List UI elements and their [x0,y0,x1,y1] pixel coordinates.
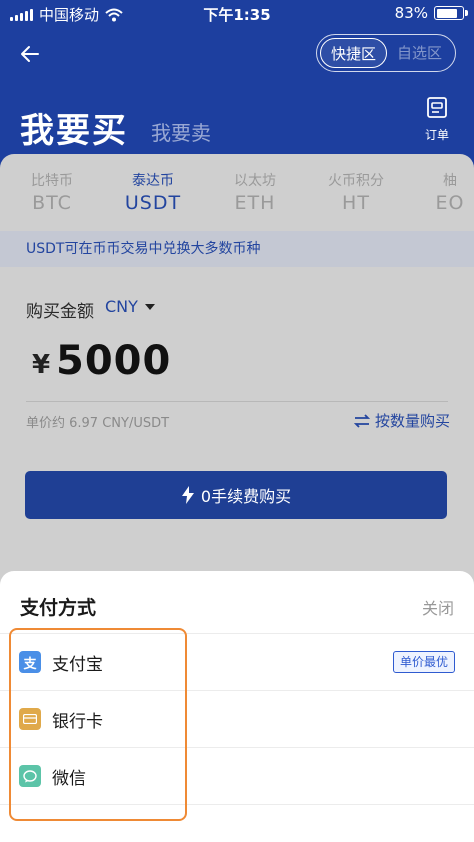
header-area: 中国移动 下午1:35 83% 快捷区 自选区 我要买 我要卖 订单 [0,0,474,160]
usdt-info-banner: USDT可在币币交易中兑换大多数币种 [0,231,474,267]
buy-by-quantity-label: 按数量购买 [375,412,451,430]
orders-icon [427,97,447,118]
best-price-badge: 单价最优 [392,651,455,673]
unit-price-note: 单价约 6.97 CNY/USDT [26,416,170,431]
back-arrow-icon[interactable] [18,42,42,66]
tab-btc-cn: 比特币 [31,173,73,189]
tab-eos[interactable]: 柚 EO [405,170,474,214]
toggle-quick-zone[interactable]: 快捷区 [320,38,387,68]
swap-icon [354,413,370,428]
tab-ht[interactable]: 火币积分 HT [311,170,401,214]
coin-tabs: 比特币 BTC 泰达币 USDT 以太坊 ETH 火币积分 HT 柚 EO [0,154,474,226]
toggle-favorites-zone[interactable]: 自选区 [387,38,452,68]
sell-tab-title[interactable]: 我要卖 [151,117,211,146]
battery-icon [434,6,468,20]
tab-usdt[interactable]: 泰达币 USDT [108,170,198,214]
currency-select[interactable]: CNY [105,297,155,316]
sheet-title: 支付方式 [20,597,97,619]
tab-eth-cn: 以太坊 [234,173,276,189]
amount-label: 购买金额 [26,302,94,322]
buy-tab-title[interactable]: 我要买 [20,103,128,152]
tab-btc[interactable]: 比特币 BTC [7,170,97,214]
tab-eos-code: EO [435,192,465,214]
yen-symbol: ¥ [32,350,51,380]
tab-eos-cn: 柚 [443,173,457,189]
tab-usdt-cn: 泰达币 [132,173,174,189]
status-bar: 中国移动 下午1:35 83% [0,0,474,28]
tab-btc-code: BTC [32,192,72,214]
orders-label: 订单 [424,128,449,142]
tab-usdt-code: USDT [124,192,182,214]
caret-down-icon [144,303,155,310]
amount-input[interactable]: 5000 [56,338,171,384]
buy-button-label: 0手续费购买 [200,487,292,506]
tab-eth-code: ETH [234,192,276,214]
battery-percent: 83% [394,4,428,22]
status-right: 83% [394,4,468,22]
tab-eth[interactable]: 以太坊 ETH [210,170,300,214]
lightning-icon [181,486,194,504]
buy-by-quantity-link[interactable]: 按数量购买 [354,410,450,431]
currency-value: CNY [105,297,138,316]
payment-options-highlight-box [9,628,187,821]
zero-fee-buy-button[interactable]: 0手续费购买 [25,471,447,519]
sheet-close-button[interactable]: 关闭 [422,595,454,619]
tab-ht-cn: 火币积分 [328,173,384,189]
orders-button[interactable]: 订单 [420,96,454,143]
tab-ht-code: HT [342,192,370,214]
amount-divider [26,401,448,402]
zone-toggle: 快捷区 自选区 [316,34,456,72]
